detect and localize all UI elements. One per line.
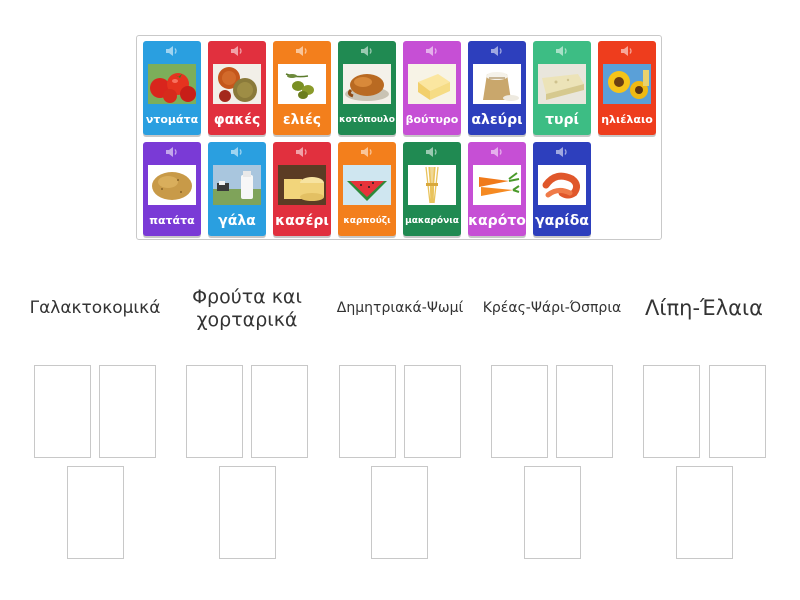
card-flour[interactable]: αλεύρι	[468, 41, 526, 135]
card-watermelon[interactable]: καρπούζι	[338, 142, 396, 236]
flour-icon	[473, 64, 521, 104]
speaker-icon[interactable]	[295, 45, 309, 57]
drop-slot-fats-oils[interactable]	[709, 365, 766, 458]
drop-slot-dairy[interactable]	[99, 365, 156, 458]
speaker-icon[interactable]	[555, 45, 569, 57]
category-title-fruits-vegetables: Φρούτα και χορταρικά	[192, 286, 302, 331]
sunflower-icon	[603, 64, 651, 104]
drop-slot-meat-fish-legumes[interactable]	[491, 365, 548, 458]
drop-slot-fruits-vegetables[interactable]	[186, 365, 243, 458]
card-label: ελιές	[282, 112, 322, 128]
drop-slot-dairy[interactable]	[67, 466, 124, 559]
card-label: μακαρόνια	[405, 216, 459, 226]
speaker-icon[interactable]	[490, 146, 504, 158]
carrot-icon	[473, 165, 521, 205]
speaker-icon[interactable]	[425, 146, 439, 158]
speaker-icon[interactable]	[425, 45, 439, 57]
speaker-icon[interactable]	[490, 45, 504, 57]
category-title-cereals-bread: Δημητριακά-Ψωμί	[336, 300, 464, 316]
card-carrot[interactable]: καρότο	[468, 142, 526, 236]
card-olives[interactable]: ελιές	[273, 41, 331, 135]
card-label: κασέρι	[275, 213, 329, 229]
lentils-icon	[213, 64, 261, 104]
drop-slot-cereals-bread[interactable]	[371, 466, 428, 559]
card-label: καρότο	[468, 213, 526, 229]
olives-icon	[278, 64, 326, 104]
card-label: πατάτα	[149, 214, 195, 227]
drop-slot-fats-oils[interactable]	[643, 365, 700, 458]
butter-icon	[408, 64, 456, 104]
speaker-icon[interactable]	[295, 146, 309, 158]
card-label: ηλιέλαιο	[601, 113, 653, 126]
card-label: φακές	[213, 112, 261, 128]
drop-slot-meat-fish-legumes[interactable]	[556, 365, 613, 458]
card-tray: ντομάτα φακές ελιές κοτόπουλο βούτυρο αλ…	[136, 35, 662, 240]
card-label: τυρί	[545, 112, 579, 128]
potato-icon	[148, 165, 196, 205]
card-chicken[interactable]: κοτόπουλο	[338, 41, 396, 135]
speaker-icon[interactable]	[230, 45, 244, 57]
drop-slot-meat-fish-legumes[interactable]	[524, 466, 581, 559]
milk-icon	[213, 165, 261, 205]
watermelon-icon	[343, 165, 391, 205]
speaker-icon[interactable]	[165, 45, 179, 57]
card-label: γάλα	[218, 213, 256, 229]
tomato-icon	[148, 64, 196, 104]
card-tomato[interactable]: ντομάτα	[143, 41, 201, 135]
speaker-icon[interactable]	[620, 45, 634, 57]
card-label: ντομάτα	[145, 113, 199, 126]
card-label: κοτόπουλο	[339, 115, 395, 125]
speaker-icon[interactable]	[555, 146, 569, 158]
card-label: καρπούζι	[343, 216, 391, 226]
drop-slot-fats-oils[interactable]	[676, 466, 733, 559]
card-lentils[interactable]: φακές	[208, 41, 266, 135]
card-butter[interactable]: βούτυρο	[403, 41, 461, 135]
speaker-icon[interactable]	[230, 146, 244, 158]
card-sunflower-oil[interactable]: ηλιέλαιο	[598, 41, 656, 135]
shrimp-icon	[538, 165, 586, 205]
drop-slot-dairy[interactable]	[34, 365, 91, 458]
category-title-fats-oils: Λίπη-Έλαια	[645, 296, 763, 320]
card-cheese[interactable]: τυρί	[533, 41, 591, 135]
drop-slot-cereals-bread[interactable]	[404, 365, 461, 458]
speaker-icon[interactable]	[360, 146, 374, 158]
kasseri-cheese-icon	[278, 165, 326, 205]
speaker-icon[interactable]	[165, 146, 179, 158]
card-label: αλεύρι	[471, 112, 523, 128]
drop-slot-fruits-vegetables[interactable]	[219, 466, 276, 559]
drop-slot-fruits-vegetables[interactable]	[251, 365, 308, 458]
spaghetti-icon	[408, 165, 456, 205]
card-shrimp[interactable]: γαρίδα	[533, 142, 591, 236]
card-kasseri[interactable]: κασέρι	[273, 142, 331, 236]
category-title-dairy: Γαλακτοκομικά	[29, 298, 161, 318]
cheese-slice-icon	[538, 64, 586, 104]
category-title-meat-fish-legumes: Κρέας-Ψάρι-Όσπρια	[482, 300, 622, 316]
speaker-icon[interactable]	[360, 45, 374, 57]
card-milk[interactable]: γάλα	[208, 142, 266, 236]
card-spaghetti[interactable]: μακαρόνια	[403, 142, 461, 236]
card-label: βούτυρο	[405, 113, 459, 126]
card-potato[interactable]: πατάτα	[143, 142, 201, 236]
card-label: γαρίδα	[535, 213, 589, 229]
roast-chicken-icon	[343, 64, 391, 104]
drop-slot-cereals-bread[interactable]	[339, 365, 396, 458]
